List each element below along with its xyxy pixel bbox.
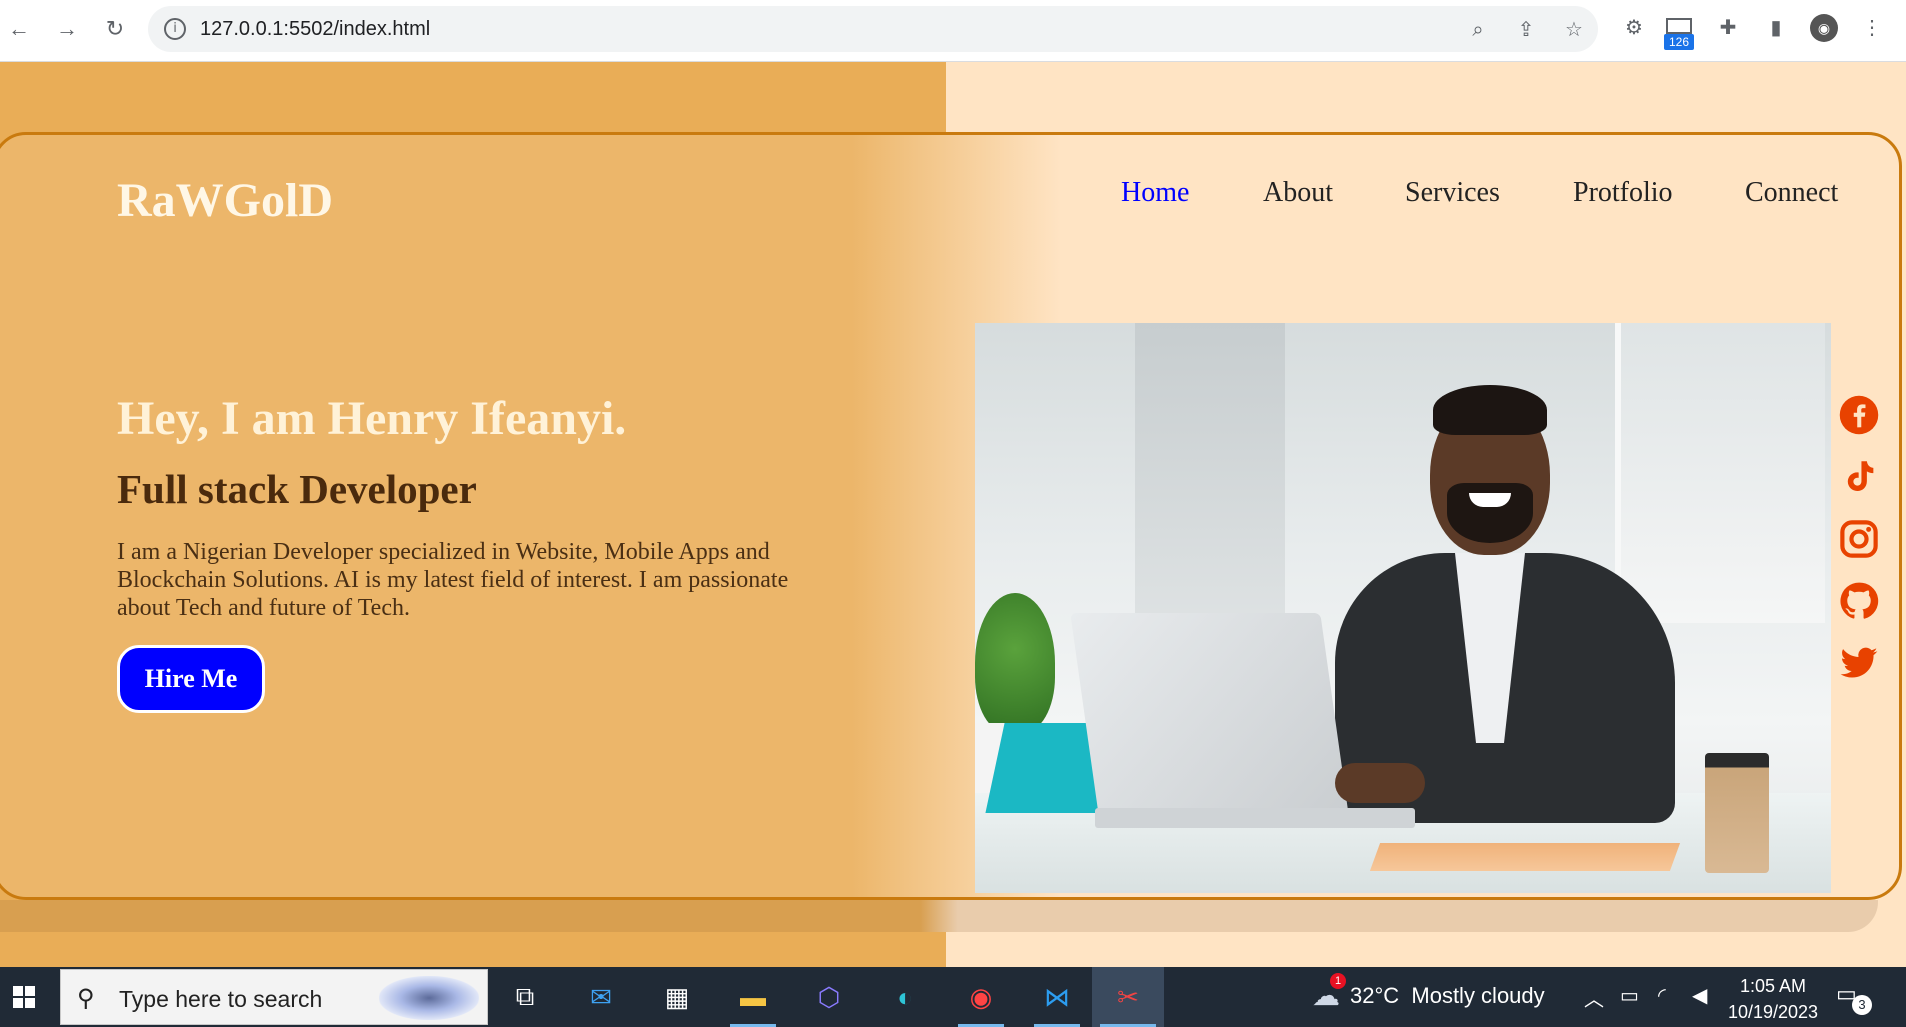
nav-about[interactable]: About: [1263, 177, 1333, 209]
bookmark-star-icon[interactable]: ☆: [1562, 18, 1586, 42]
system-clock[interactable]: 1:05 AM 10/19/2023: [1718, 973, 1828, 1025]
task-view-icon[interactable]: ⧉: [494, 967, 556, 1027]
forward-icon[interactable]: →: [52, 14, 82, 44]
hero-title: Hey, I am Henry Ifeanyi.: [117, 392, 627, 445]
site-info-icon[interactable]: i: [164, 18, 186, 40]
clock-time: 1:05 AM: [1739, 976, 1807, 996]
nav-portfolio[interactable]: Protfolio: [1573, 177, 1673, 209]
hero-card: RaWGolD Home About Services Protfolio Co…: [0, 132, 1902, 900]
hire-me-button[interactable]: Hire Me: [117, 645, 265, 713]
notification-count: 3: [1852, 995, 1872, 1015]
url-text: 127.0.0.1:5502/index.html: [200, 18, 431, 40]
volume-icon[interactable]: ◀: [1692, 983, 1707, 1008]
side-panel-icon[interactable]: ▮: [1762, 14, 1790, 42]
back-icon[interactable]: ←: [4, 14, 34, 44]
battery-icon[interactable]: ▭: [1620, 983, 1639, 1008]
weather-text: 32°C Mostly cloudy: [1350, 982, 1545, 1008]
facebook-icon[interactable]: [1837, 393, 1881, 437]
store-app-icon[interactable]: ▦: [646, 967, 708, 1027]
copilot-app-icon[interactable]: ⬡: [798, 967, 860, 1027]
search-highlight-image: [379, 976, 479, 1020]
reload-icon[interactable]: ↻: [100, 14, 130, 44]
card-shadow: [0, 900, 1878, 932]
taskbar-search-box[interactable]: ⚲ Type here to search: [60, 969, 488, 1025]
search-placeholder: Type here to search: [119, 986, 323, 1012]
notification-center-icon[interactable]: ▭ 3: [1836, 981, 1872, 1015]
mail-count-badge: 126: [1664, 34, 1694, 50]
web-page: RaWGolD Home About Services Protfolio Co…: [0, 62, 1906, 967]
file-explorer-icon[interactable]: ▬: [722, 967, 784, 1027]
instagram-icon[interactable]: [1837, 517, 1881, 561]
edge-browser-icon[interactable]: ◐: [874, 967, 936, 1027]
hero-subtitle: Full stack Developer: [117, 466, 477, 512]
hero-photo: [975, 323, 1831, 893]
chrome-browser-icon[interactable]: ◉: [950, 967, 1012, 1027]
nav-connect[interactable]: Connect: [1745, 177, 1838, 209]
nav-home[interactable]: Home: [1121, 177, 1189, 209]
windows-taskbar: ⚲ Type here to search ⧉ ✉ ▦ ▬ ⬡ ◐ ◉ ⋈ ✂ …: [0, 967, 1906, 1027]
share-icon[interactable]: ⇪: [1514, 18, 1538, 42]
tiktok-icon[interactable]: [1837, 455, 1881, 499]
kebab-menu-icon[interactable]: ⋮: [1858, 14, 1886, 42]
search-icon: ⚲: [77, 985, 95, 1012]
weather-widget[interactable]: ☁ 1 32°C Mostly cloudy: [1312, 973, 1545, 1012]
address-bar[interactable]: i 127.0.0.1:5502/index.html ⌕ ⇪ ☆: [148, 6, 1598, 52]
extension-app-icon[interactable]: ⚙: [1620, 14, 1648, 42]
weather-alert-badge: 1: [1330, 973, 1346, 989]
site-logo[interactable]: RaWGolD: [117, 173, 333, 228]
zoom-icon[interactable]: ⌕: [1466, 18, 1490, 42]
vscode-icon[interactable]: ⋈: [1026, 967, 1088, 1027]
clock-date: 10/19/2023: [1727, 1002, 1819, 1022]
browser-toolbar: ← → ↻ i 127.0.0.1:5502/index.html ⌕ ⇪ ☆ …: [0, 0, 1906, 62]
cloudy-weather-icon: ☁ 1: [1312, 973, 1346, 1012]
hero-description: I am a Nigerian Developer specialized in…: [117, 539, 789, 621]
windows-start-icon[interactable]: [0, 967, 48, 1027]
nav-services[interactable]: Services: [1405, 177, 1500, 209]
wifi-icon[interactable]: ◜: [1658, 983, 1666, 1008]
twitter-icon[interactable]: [1837, 641, 1881, 685]
snipping-tool-icon[interactable]: ✂: [1092, 967, 1164, 1027]
mail-extension-icon[interactable]: 126: [1664, 16, 1694, 50]
show-hidden-icons-icon[interactable]: ︿: [1584, 983, 1604, 1012]
envelope-icon: [1666, 18, 1692, 34]
mail-app-icon[interactable]: ✉: [570, 967, 632, 1027]
puzzle-icon[interactable]: ✚: [1714, 14, 1742, 42]
profile-avatar[interactable]: ◉: [1810, 14, 1838, 42]
github-icon[interactable]: [1837, 579, 1881, 623]
